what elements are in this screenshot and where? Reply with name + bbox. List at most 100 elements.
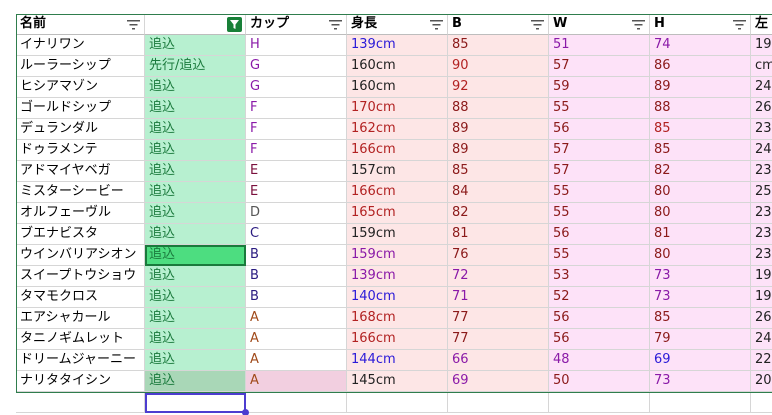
cell-cup[interactable]: B: [246, 287, 347, 308]
cell-w[interactable]: 57: [549, 161, 650, 182]
cell-w[interactable]: 56: [549, 119, 650, 140]
cell-name[interactable]: スイープトウショウ: [16, 266, 145, 287]
cell-w[interactable]: 48: [549, 350, 650, 371]
active-cell-selection[interactable]: [145, 393, 246, 413]
cell-height[interactable]: 162cm: [347, 119, 448, 140]
cell-height[interactable]: 159cm: [347, 245, 448, 266]
header-cell-cup[interactable]: カップ: [246, 14, 347, 35]
cell-b[interactable]: 88: [448, 98, 549, 119]
cell-height[interactable]: 139cm: [347, 35, 448, 56]
spreadsheet-grid[interactable]: 名前 カップ 身長 B W H 左 イナリワン 追込 H 139cm 85 51 74 19 ルーラーシップ…: [0, 0, 772, 415]
cell-b[interactable]: 66: [448, 350, 549, 371]
cell-h[interactable]: 88: [650, 98, 751, 119]
cell-w[interactable]: 57: [549, 140, 650, 161]
cell-b[interactable]: 72: [448, 266, 549, 287]
cell-cup[interactable]: B: [246, 266, 347, 287]
cell-status[interactable]: 追込: [145, 350, 246, 371]
cell-cup[interactable]: E: [246, 161, 347, 182]
cell-h[interactable]: 80: [650, 245, 751, 266]
cell-height[interactable]: 157cm: [347, 161, 448, 182]
header-cell-height[interactable]: 身長: [347, 14, 448, 35]
cell-height[interactable]: 139cm: [347, 266, 448, 287]
filter-icon[interactable]: [430, 19, 443, 30]
cell-w[interactable]: 51: [549, 35, 650, 56]
cell-cup[interactable]: F: [246, 140, 347, 161]
empty-cell[interactable]: [751, 392, 772, 413]
cell-extra[interactable]: 24: [751, 140, 772, 161]
cell-status[interactable]: 追込: [145, 266, 246, 287]
cell-cup[interactable]: A: [246, 350, 347, 371]
cell-b[interactable]: 89: [448, 140, 549, 161]
cell-height[interactable]: 166cm: [347, 329, 448, 350]
empty-cell[interactable]: [246, 392, 347, 413]
cell-extra[interactable]: cm: [751, 56, 772, 77]
cell-w[interactable]: 55: [549, 182, 650, 203]
cell-extra[interactable]: 24: [751, 329, 772, 350]
cell-cup[interactable]: E: [246, 182, 347, 203]
cell-extra[interactable]: 19: [751, 35, 772, 56]
cell-height[interactable]: 159cm: [347, 224, 448, 245]
cell-extra[interactable]: 19: [751, 287, 772, 308]
filter-icon[interactable]: [127, 19, 140, 30]
cell-w[interactable]: 59: [549, 77, 650, 98]
cell-name[interactable]: ドゥラメンテ: [16, 140, 145, 161]
cell-extra[interactable]: 22: [751, 350, 772, 371]
cell-w[interactable]: 55: [549, 203, 650, 224]
cell-b[interactable]: 77: [448, 329, 549, 350]
empty-cell[interactable]: [347, 392, 448, 413]
cell-name[interactable]: ナリタタイシン: [16, 371, 145, 392]
cell-h[interactable]: 73: [650, 266, 751, 287]
empty-cell[interactable]: [549, 392, 650, 413]
empty-cell[interactable]: [448, 392, 549, 413]
cell-b[interactable]: 92: [448, 77, 549, 98]
cell-b[interactable]: 90: [448, 56, 549, 77]
cell-extra[interactable]: 23: [751, 119, 772, 140]
cell-h[interactable]: 85: [650, 140, 751, 161]
cell-w[interactable]: 52: [549, 287, 650, 308]
cell-w[interactable]: 55: [549, 98, 650, 119]
cell-name[interactable]: ウインバリアシオン: [16, 245, 145, 266]
cell-status[interactable]: 追込: [145, 35, 246, 56]
cell-name[interactable]: タマモクロス: [16, 287, 145, 308]
cell-cup[interactable]: G: [246, 77, 347, 98]
cell-w[interactable]: 55: [549, 245, 650, 266]
header-cell-h[interactable]: H: [650, 14, 751, 35]
cell-h[interactable]: 73: [650, 371, 751, 392]
cell-status[interactable]: 追込: [145, 329, 246, 350]
cell-h[interactable]: 85: [650, 119, 751, 140]
cell-height[interactable]: 160cm: [347, 56, 448, 77]
cell-extra[interactable]: 23: [751, 245, 772, 266]
cell-name[interactable]: ドリームジャーニー: [16, 350, 145, 371]
cell-extra[interactable]: 25: [751, 182, 772, 203]
cell-name[interactable]: ブエナビスタ: [16, 224, 145, 245]
cell-h[interactable]: 69: [650, 350, 751, 371]
cell-status[interactable]: 追込: [145, 371, 246, 392]
cell-status[interactable]: 追込: [145, 182, 246, 203]
cell-w[interactable]: 56: [549, 329, 650, 350]
cell-w[interactable]: 56: [549, 308, 650, 329]
cell-height[interactable]: 168cm: [347, 308, 448, 329]
cell-b[interactable]: 81: [448, 224, 549, 245]
cell-b[interactable]: 85: [448, 161, 549, 182]
cell-extra[interactable]: 23: [751, 203, 772, 224]
cell-w[interactable]: 50: [549, 371, 650, 392]
cell-height[interactable]: 166cm: [347, 182, 448, 203]
header-cell-name[interactable]: 名前: [16, 14, 145, 35]
cell-status[interactable]: 追込: [145, 245, 246, 266]
cell-name[interactable]: ミスターシービー: [16, 182, 145, 203]
cell-cup[interactable]: A: [246, 371, 347, 392]
cell-h[interactable]: 85: [650, 308, 751, 329]
cell-name[interactable]: エアシャカール: [16, 308, 145, 329]
empty-cell[interactable]: [650, 392, 751, 413]
cell-extra[interactable]: 26: [751, 308, 772, 329]
filter-icon[interactable]: [531, 19, 544, 30]
cell-cup[interactable]: G: [246, 56, 347, 77]
cell-cup[interactable]: A: [246, 329, 347, 350]
cell-cup[interactable]: C: [246, 224, 347, 245]
cell-h[interactable]: 73: [650, 287, 751, 308]
cell-b[interactable]: 76: [448, 245, 549, 266]
cell-height[interactable]: 166cm: [347, 140, 448, 161]
cell-status[interactable]: 追込: [145, 308, 246, 329]
cell-name[interactable]: アドマイヤベガ: [16, 161, 145, 182]
cell-cup[interactable]: D: [246, 203, 347, 224]
